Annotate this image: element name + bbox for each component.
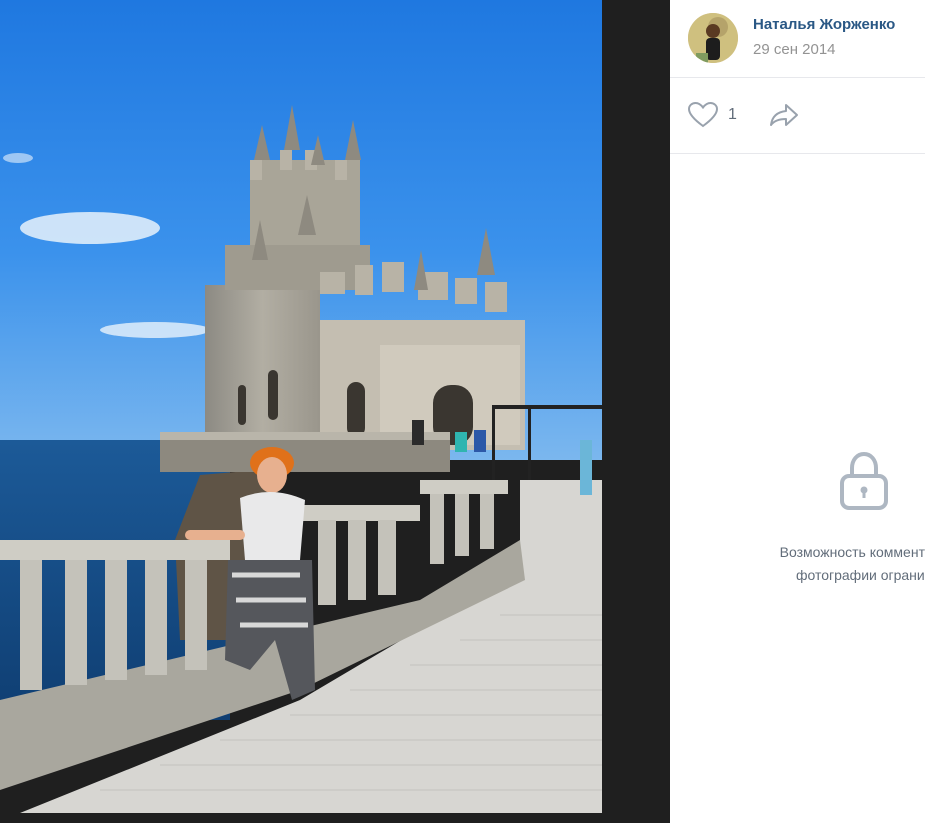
avatar[interactable] xyxy=(688,13,738,63)
share-arrow-icon xyxy=(770,104,798,126)
actions-bar: 1 xyxy=(670,78,925,154)
post-date[interactable]: 29 сен 2014 xyxy=(753,41,836,58)
restricted-line-2: фотографии огранич xyxy=(795,567,925,583)
author-header: Наталья Жорженко 29 сен 2014 xyxy=(670,0,925,78)
share-button[interactable] xyxy=(769,100,801,130)
photo-sidebar: Наталья Жорженко 29 сен 2014 1 Возможнос… xyxy=(670,0,925,823)
author-name[interactable]: Наталья Жорженко xyxy=(753,16,895,33)
user-avatar-icon xyxy=(688,13,738,63)
like-count: 1 xyxy=(728,106,737,123)
photo[interactable] xyxy=(0,0,602,813)
heart-icon xyxy=(688,102,718,128)
comments-restricted: Возможность комментиро фотографии ограни… xyxy=(670,450,925,590)
like-button[interactable]: 1 xyxy=(688,100,737,130)
restricted-line-1: Возможность комментиро xyxy=(779,544,925,560)
comments-restricted-text: Возможность комментиро фотографии ограни… xyxy=(670,541,925,587)
lock-icon xyxy=(840,451,888,510)
photo-viewer xyxy=(0,0,670,823)
